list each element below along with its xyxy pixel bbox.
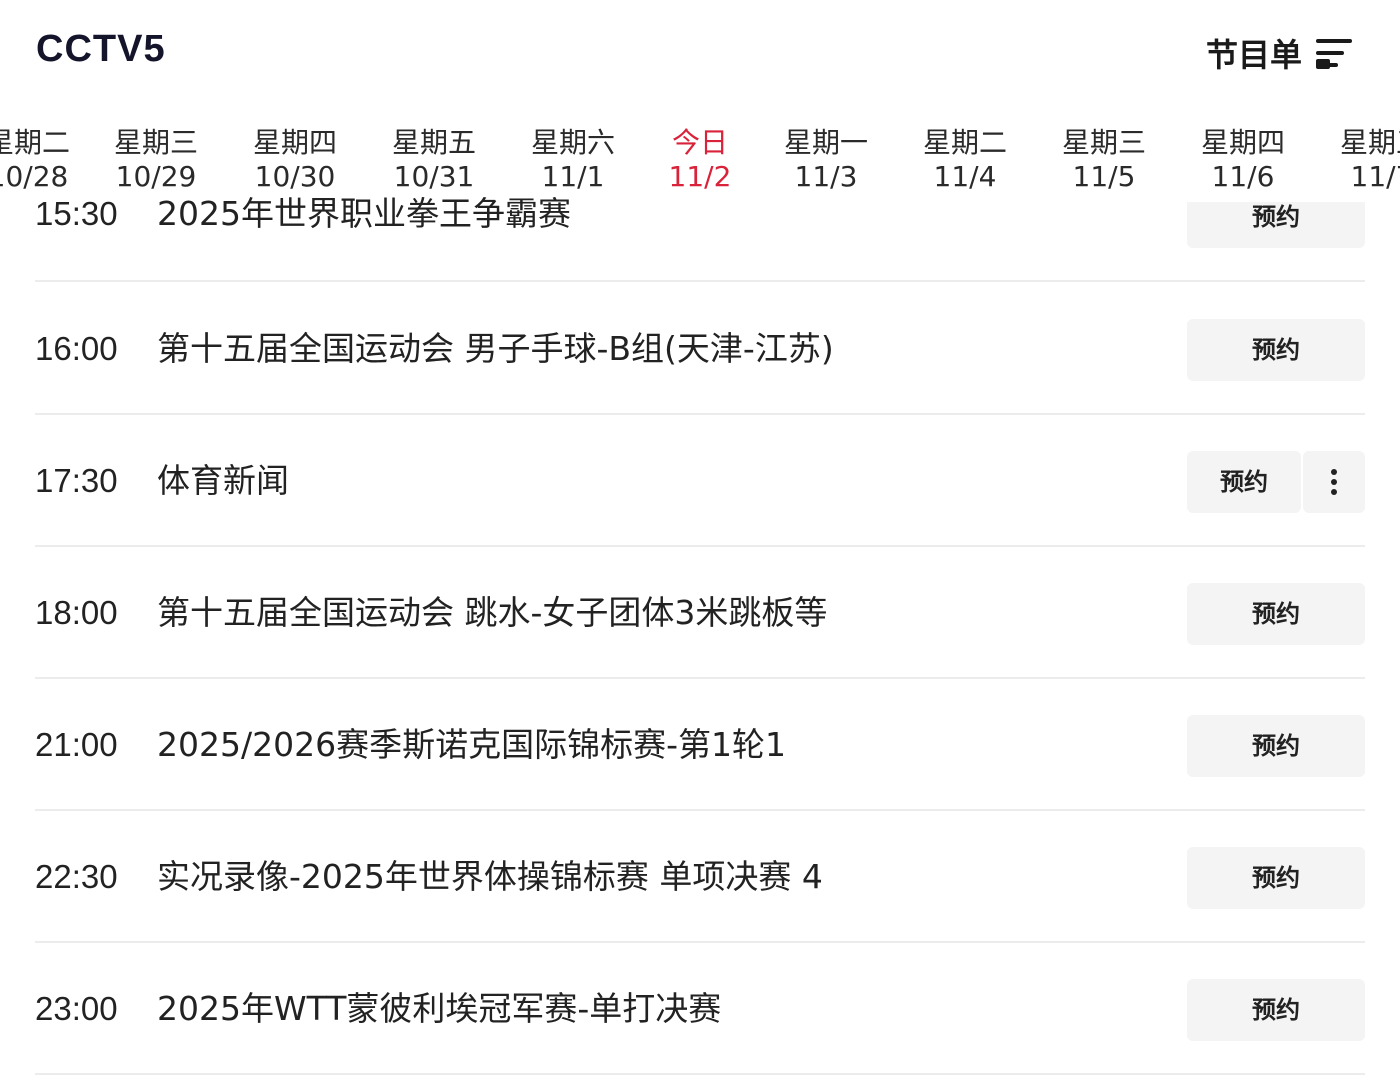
program-row[interactable]: 21:00 2025/2026赛季斯诺克国际锦标赛-第1轮1 预约 [35,679,1365,811]
date-tab[interactable]: 星期二 10/28 [0,126,88,194]
date-tab[interactable]: 星期三 11/5 [1044,126,1164,194]
date-tab-date: 11/4 [933,160,997,193]
program-time: 23:00 [35,990,118,1027]
date-tab-date: 10/30 [254,160,336,193]
date-tab-weekday: 星期四 [252,126,337,159]
date-tab[interactable]: 星期三 10/29 [96,126,216,194]
date-tab-date: 10/29 [115,160,197,193]
program-title: 体育新闻 [157,461,289,500]
date-tab[interactable]: 星期二 11/4 [905,126,1025,194]
more-vertical-icon-dot [1331,479,1337,485]
date-tab[interactable]: 星期五 10/31 [374,126,494,194]
more-options-button[interactable] [1303,451,1365,513]
reserve-label: 预约 [1220,468,1268,496]
schedule-label: 节目单 [1205,36,1302,74]
date-tab-weekday: 星期二 [0,126,70,159]
date-tab-weekday: 星期五 [1339,126,1400,159]
program-row[interactable]: 18:00 第十五届全国运动会 跳水-女子团体3米跳板等 预约 [35,547,1365,679]
reserve-button[interactable]: 预约 [1187,979,1365,1041]
date-tab-weekday: 星期三 [1061,126,1146,159]
reserve-button[interactable]: 预约 [1187,583,1365,645]
program-title: 2025/2026赛季斯诺克国际锦标赛-第1轮1 [157,725,786,764]
program-row[interactable]: 17:30 体育新闻 预约 [35,415,1365,547]
schedule-button[interactable]: 节目单 [1206,30,1356,76]
date-tab-today[interactable]: 今日 11/2 [640,126,760,194]
date-tab[interactable]: 星期六 11/1 [513,126,633,194]
program-row[interactable]: 16:00 第十五届全国运动会 男子手球-B组(天津-江苏) 预约 [35,283,1365,415]
date-tab-date: 11/7 [1350,160,1400,193]
date-tabs: 星期二 10/28 星期三 10/29 星期四 10/30 星期五 10/31 … [0,118,1400,204]
program-title: 2025年WTT蒙彼利埃冠军赛-单打决赛 [157,989,722,1028]
reserve-label: 预约 [1252,203,1300,231]
date-tab-date: 10/28 [0,160,69,193]
date-tab[interactable]: 星期一 11/3 [766,126,886,194]
program-title: 第十五届全国运动会 男子手球-B组(天津-江苏) [157,329,834,368]
date-tab-date: 10/31 [393,160,475,193]
program-title: 第十五届全国运动会 跳水-女子团体3米跳板等 [157,593,828,632]
reserve-button[interactable]: 预约 [1187,319,1365,381]
program-title: 实况录像-2025年世界体操锦标赛 单项决赛 4 [157,857,823,896]
more-vertical-icon [1331,469,1337,475]
reserve-label: 预约 [1252,864,1300,892]
program-row[interactable]: 23:00 2025年WTT蒙彼利埃冠军赛-单打决赛 预约 [35,943,1365,1075]
date-tab[interactable]: 星期五 11/7 [1322,126,1400,194]
program-time: 21:00 [35,726,118,763]
date-tab-date: 11/5 [1072,160,1136,193]
reserve-label: 预约 [1252,600,1300,628]
reserve-label: 预约 [1252,336,1300,364]
program-time: 22:30 [35,858,118,895]
program-time: 17:30 [35,462,118,499]
channel-title: CCTV5 [36,28,166,70]
program-row[interactable]: 22:30 实况录像-2025年世界体操锦标赛 单项决赛 4 预约 [35,811,1365,943]
more-vertical-icon-dot [1331,489,1337,495]
date-tab-weekday: 星期五 [391,126,476,159]
date-tab-date: 11/3 [794,160,858,193]
date-tab-weekday: 星期一 [783,126,868,159]
top-bar: CCTV5 节目单 [0,0,1400,110]
reserve-button[interactable]: 预约 [1187,847,1365,909]
date-tab[interactable]: 星期四 10/30 [235,126,355,194]
list-menu-icon [1316,33,1356,73]
reserve-button[interactable]: 预约 [1187,451,1301,513]
date-tab-date: 11/6 [1211,160,1275,193]
program-time: 18:00 [35,594,118,631]
date-tab-weekday: 星期四 [1200,126,1285,159]
date-tab[interactable]: 星期四 11/6 [1183,126,1303,194]
date-tab-weekday: 星期三 [113,126,198,159]
date-tab-date: 11/1 [541,160,605,193]
program-time: 16:00 [35,330,118,367]
date-tab-date: 11/2 [668,160,732,193]
date-tab-weekday: 星期六 [530,126,615,159]
reserve-button[interactable]: 预约 [1187,715,1365,777]
reserve-button[interactable]: 预约 [1187,202,1365,248]
date-tab-weekday: 星期二 [922,126,1007,159]
reserve-label: 预约 [1252,996,1300,1024]
date-tab-weekday: 今日 [671,126,728,159]
reserve-label: 预约 [1252,732,1300,760]
